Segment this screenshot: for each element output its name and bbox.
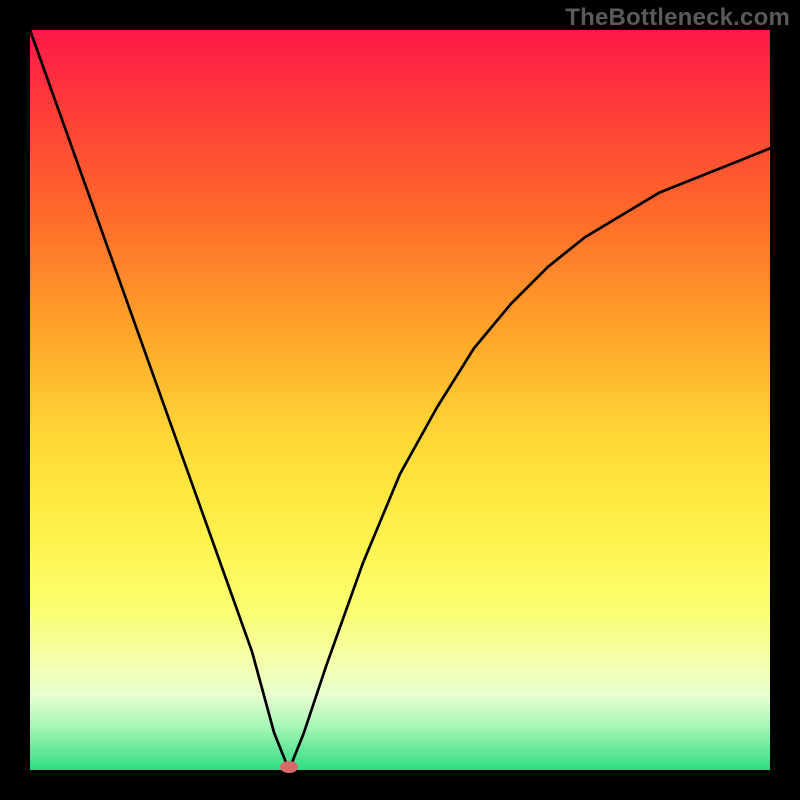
watermark-label: TheBottleneck.com: [565, 4, 790, 32]
bottleneck-curve: [30, 30, 770, 770]
curve-svg: [30, 30, 770, 770]
chart-frame: TheBottleneck.com: [0, 0, 800, 800]
minimum-marker: [280, 761, 298, 773]
gradient-plot-area: [30, 30, 770, 770]
